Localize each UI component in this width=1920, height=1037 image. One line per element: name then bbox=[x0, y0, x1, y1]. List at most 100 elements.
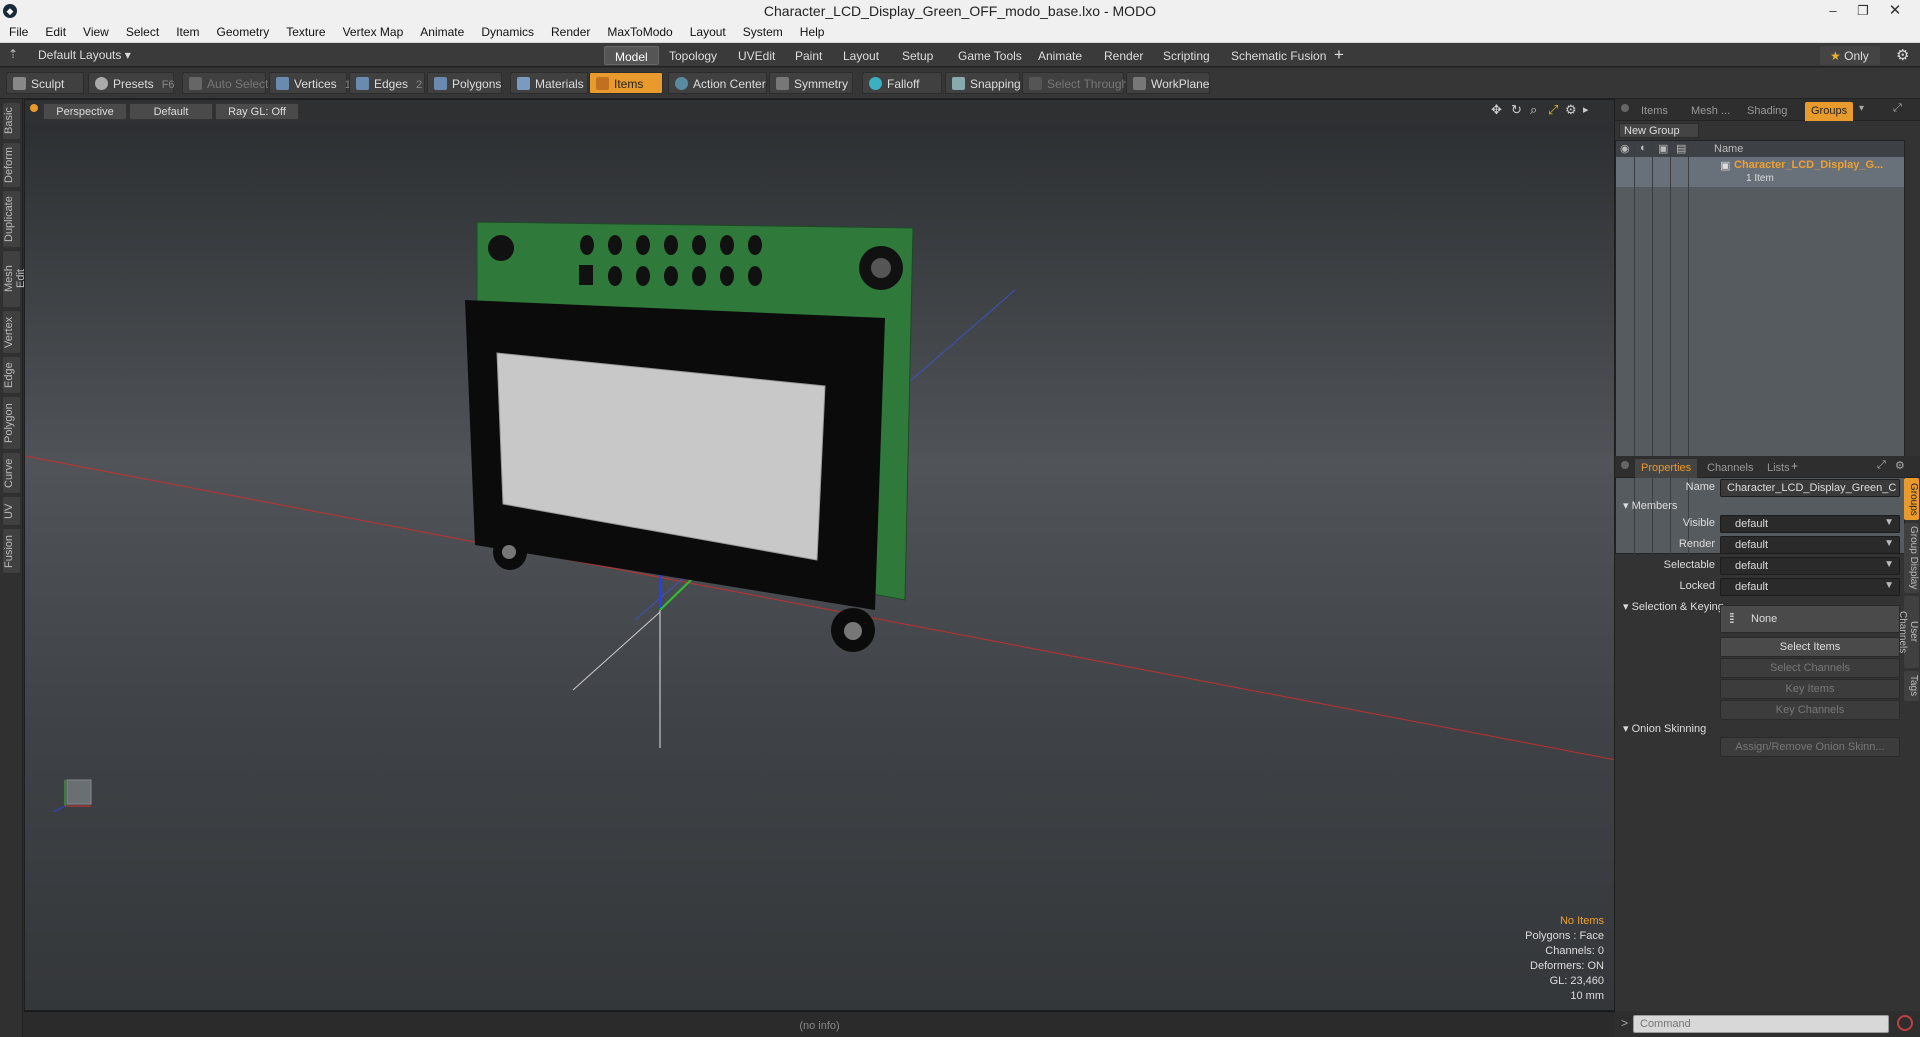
eye-icon[interactable]: ◉ bbox=[1620, 142, 1630, 155]
menu-file[interactable]: File bbox=[0, 22, 36, 43]
command-history-icon[interactable] bbox=[1897, 1015, 1913, 1031]
title-bar: ◆ Character_LCD_Display_Green_OFF_modo_b… bbox=[0, 0, 1920, 22]
presets-button[interactable]: Presets F6 bbox=[88, 72, 175, 94]
command-input[interactable] bbox=[1633, 1015, 1889, 1033]
select-through-button[interactable]: Select Through bbox=[1022, 72, 1128, 94]
members-section[interactable]: ▾ Members bbox=[1623, 499, 1677, 512]
tab-polygon[interactable]: Polygon bbox=[3, 397, 20, 449]
tab-animate[interactable]: Animate bbox=[1028, 46, 1092, 65]
menu-select[interactable]: Select bbox=[117, 22, 167, 43]
menu-view[interactable]: View bbox=[74, 22, 117, 43]
side-tab-groups[interactable]: Groups bbox=[1904, 478, 1919, 520]
tab-schematic-fusion[interactable]: Schematic Fusion bbox=[1221, 46, 1336, 65]
key-channels-button[interactable]: Key Channels bbox=[1720, 700, 1900, 720]
menu-texture[interactable]: Texture bbox=[277, 22, 333, 43]
tab-topology[interactable]: Topology bbox=[659, 46, 727, 65]
gear-icon[interactable]: ⚙ bbox=[1896, 46, 1909, 64]
tab-game-tools[interactable]: Game Tools bbox=[948, 46, 1032, 65]
tab-uv[interactable]: UV bbox=[3, 497, 20, 525]
menu-maxtomodo[interactable]: MaxToModo bbox=[598, 22, 680, 43]
select-icon[interactable]: ▤ bbox=[1676, 142, 1686, 155]
edges-button[interactable]: Edges 2 bbox=[349, 72, 425, 94]
sculpt-button[interactable]: Sculpt bbox=[6, 72, 84, 94]
render-icon[interactable]: ◐ bbox=[1640, 142, 1647, 154]
menu-system[interactable]: System bbox=[734, 22, 791, 43]
onion-skinning-section[interactable]: ▾ Onion Skinning bbox=[1623, 722, 1706, 735]
tab-shading[interactable]: Shading bbox=[1741, 102, 1793, 121]
polygons-button[interactable]: Polygons bbox=[427, 72, 502, 94]
auto-select-button[interactable]: Auto Select bbox=[182, 72, 268, 94]
menu-render[interactable]: Render bbox=[542, 22, 598, 43]
materials-button[interactable]: Materials bbox=[510, 72, 588, 94]
tab-scripting[interactable]: Scripting bbox=[1153, 46, 1220, 65]
side-tab-tags[interactable]: Tags bbox=[1904, 671, 1919, 701]
render-dropdown[interactable]: default ▼ bbox=[1720, 536, 1900, 554]
new-group-button[interactable]: New Group bbox=[1619, 123, 1699, 138]
symmetry-button[interactable]: Symmetry bbox=[769, 72, 853, 94]
tab-fusion[interactable]: Fusion bbox=[3, 529, 20, 573]
menu-help[interactable]: Help bbox=[791, 22, 833, 43]
tab-vertex[interactable]: Vertex bbox=[3, 311, 20, 353]
properties-menu-icon[interactable] bbox=[1621, 461, 1629, 469]
minimize-icon[interactable]: – bbox=[1818, 1, 1848, 21]
add-tab-icon[interactable]: + bbox=[1334, 45, 1344, 65]
tab-mesh[interactable]: Mesh ... bbox=[1685, 102, 1736, 121]
layout-switch-icon[interactable]: ⇡ bbox=[8, 47, 18, 61]
tab-edge[interactable]: Edge bbox=[3, 357, 20, 393]
tab-basic[interactable]: Basic bbox=[3, 103, 20, 139]
tab-uvedit[interactable]: UVEdit bbox=[728, 46, 785, 65]
select-channels-button[interactable]: Select Channels bbox=[1720, 658, 1900, 678]
assign-onion-skin-button[interactable]: Assign/Remove Onion Skinn... bbox=[1720, 737, 1900, 757]
workplane-button[interactable]: WorkPlane bbox=[1126, 72, 1210, 94]
group-row[interactable]: ▣ Character_LCD_Display_G... 1 Item bbox=[1616, 157, 1904, 187]
menu-edit[interactable]: Edit bbox=[36, 22, 74, 43]
tab-mesh-edit[interactable]: Mesh Edit bbox=[3, 251, 27, 307]
selection-none-button[interactable]: ⁞⁞ None bbox=[1720, 605, 1900, 633]
default-layouts-dropdown[interactable]: Default Layouts ▾ bbox=[38, 48, 131, 62]
add-properties-tab-icon[interactable]: + bbox=[1791, 459, 1798, 473]
tab-render[interactable]: Render bbox=[1094, 46, 1153, 65]
tab-deform[interactable]: Deform bbox=[3, 143, 20, 187]
tab-model[interactable]: Model bbox=[604, 46, 659, 65]
lock-icon[interactable]: ▣ bbox=[1658, 142, 1668, 155]
menu-item[interactable]: Item bbox=[167, 22, 207, 43]
items-button[interactable]: Items bbox=[589, 72, 663, 94]
tab-channels[interactable]: Channels bbox=[1701, 459, 1759, 478]
menu-dynamics[interactable]: Dynamics bbox=[472, 22, 542, 43]
action-center-button[interactable]: Action Center bbox=[668, 72, 767, 94]
panel-menu-icon[interactable] bbox=[1621, 104, 1629, 112]
menu-geometry[interactable]: Geometry bbox=[208, 22, 278, 43]
tab-duplicate[interactable]: Duplicate bbox=[3, 191, 20, 247]
selectable-dropdown[interactable]: default ▼ bbox=[1720, 557, 1900, 575]
properties-settings-icon[interactable]: ⚙ bbox=[1895, 459, 1905, 472]
tab-curve[interactable]: Curve bbox=[3, 453, 20, 493]
tab-layout[interactable]: Layout bbox=[833, 46, 889, 65]
side-tab-user-channels[interactable]: User Channels bbox=[1897, 596, 1919, 668]
3d-viewport[interactable]: Perspective Default Ray GL: Off ✥ ↻ ⌕ ⤢ … bbox=[24, 99, 1615, 1011]
name-input[interactable]: Character_LCD_Display_Green_C bbox=[1720, 479, 1900, 497]
tab-groups[interactable]: Groups bbox=[1805, 102, 1854, 121]
close-icon[interactable]: ✕ bbox=[1880, 1, 1910, 21]
visible-dropdown[interactable]: default ▼ bbox=[1720, 515, 1900, 533]
vertices-button[interactable]: Vertices 1 bbox=[269, 72, 351, 94]
tab-properties[interactable]: Properties bbox=[1635, 459, 1698, 478]
panel-expand-icon[interactable]: ⤢ bbox=[1893, 102, 1902, 115]
tab-items[interactable]: Items bbox=[1635, 102, 1674, 121]
properties-expand-icon[interactable]: ⤢ bbox=[1877, 459, 1886, 472]
locked-dropdown[interactable]: default ▼ bbox=[1720, 578, 1900, 596]
side-tab-group-display[interactable]: Group Display bbox=[1904, 523, 1919, 593]
tab-paint[interactable]: Paint bbox=[785, 46, 832, 65]
viewport-stats: No Items Polygons : Face Channels: 0 Def… bbox=[1525, 914, 1604, 1004]
selection-keying-section[interactable]: ▾ Selection & Keying bbox=[1623, 600, 1724, 613]
menu-layout[interactable]: Layout bbox=[681, 22, 734, 43]
key-items-button[interactable]: Key Items bbox=[1720, 679, 1900, 699]
tab-setup[interactable]: Setup bbox=[892, 46, 943, 65]
panel-dropdown-icon[interactable]: ▾ bbox=[1859, 103, 1864, 114]
menu-animate[interactable]: Animate bbox=[411, 22, 472, 43]
menu-vertex-map[interactable]: Vertex Map bbox=[334, 22, 412, 43]
restore-icon[interactable]: ❐ bbox=[1848, 1, 1878, 21]
select-items-button[interactable]: Select Items bbox=[1720, 637, 1900, 657]
falloff-button[interactable]: Falloff bbox=[862, 72, 942, 94]
only-toggle[interactable]: ★ Only bbox=[1820, 46, 1880, 65]
snapping-button[interactable]: Snapping bbox=[945, 72, 1021, 94]
